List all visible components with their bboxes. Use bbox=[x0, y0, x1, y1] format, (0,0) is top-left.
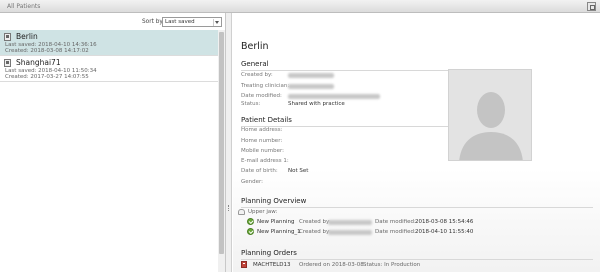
clinician-value-redacted bbox=[288, 84, 334, 89]
treating-clinician-label: Treating clinician: bbox=[241, 83, 290, 89]
panel-splitter[interactable] bbox=[226, 13, 232, 272]
planning-name: New Planning bbox=[257, 219, 295, 225]
section-planning-orders-heading: Planning Orders bbox=[241, 249, 297, 257]
check-icon bbox=[247, 228, 254, 235]
patient-list-panel: Sort by Last saved Berlin Last saved: 20… bbox=[0, 13, 226, 272]
home-address-label: Home address: bbox=[241, 127, 283, 133]
patient-name: Berlin bbox=[16, 32, 38, 41]
patient-name: Shanghai71 bbox=[16, 58, 61, 67]
order-document-icon bbox=[241, 261, 247, 268]
order-id: MACHTELD13 bbox=[253, 262, 291, 268]
divider bbox=[241, 259, 593, 260]
planning-date: 2018-04-10 11:55:40 bbox=[415, 229, 474, 235]
mobile-number-label: Mobile number: bbox=[241, 148, 285, 154]
patient-file-icon bbox=[4, 59, 11, 67]
planning-date-modified-label: Date modified: bbox=[375, 229, 416, 235]
planning-creator-redacted bbox=[328, 230, 372, 235]
window-icon[interactable] bbox=[587, 2, 596, 11]
patient-list: Berlin Last saved: 2018-04-10 14:36:16 C… bbox=[0, 30, 218, 82]
patient-photo-placeholder bbox=[448, 69, 532, 161]
order-status: Status: In Production bbox=[363, 262, 421, 268]
patient-file-icon bbox=[4, 33, 11, 41]
patient-created: Created: 2018-03-08 14:17:02 bbox=[5, 48, 89, 54]
sort-bar: Sort by Last saved bbox=[0, 15, 226, 28]
jaw-icon bbox=[238, 209, 245, 215]
planning-created-by-label: Created by: bbox=[299, 219, 331, 225]
planning-created-by-label: Created by: bbox=[299, 229, 331, 235]
detail-title: Berlin bbox=[241, 41, 269, 52]
sort-selected-value: Last saved bbox=[165, 19, 195, 25]
email-label: E-mail address 1: bbox=[241, 158, 289, 164]
person-silhouette-icon bbox=[459, 92, 523, 160]
section-general-heading: General bbox=[241, 60, 269, 68]
status-label: Status: bbox=[241, 101, 261, 107]
splitter-grip-icon[interactable] bbox=[228, 205, 230, 211]
date-modified-value-redacted bbox=[288, 94, 380, 99]
top-bar: All Patients bbox=[0, 0, 600, 13]
patient-detail-panel: Berlin General Created by: Treating clin… bbox=[233, 13, 600, 272]
status-value: Shared with practice bbox=[288, 101, 345, 107]
date-of-birth-value: Not Set bbox=[288, 168, 309, 174]
order-date: Ordered on 2018-03-08 bbox=[299, 262, 364, 268]
scrollbar-thumb[interactable] bbox=[219, 32, 224, 254]
upper-jaw-label: Upper jaw: bbox=[248, 209, 278, 215]
planning-date: 2018-03-08 15:54:46 bbox=[415, 219, 474, 225]
planning-date-modified-label: Date modified: bbox=[375, 219, 416, 225]
patient-item-shanghai71[interactable]: Shanghai71 Last saved: 2018-04-10 11:50:… bbox=[0, 56, 218, 82]
planning-creator-redacted bbox=[328, 220, 372, 225]
chevron-down-icon[interactable] bbox=[213, 19, 220, 26]
planning-name: New Planning_1 bbox=[257, 229, 301, 235]
patient-created: Created: 2017-03-27 14:07:55 bbox=[5, 74, 89, 80]
created-by-label: Created by: bbox=[241, 72, 273, 78]
created-by-value-redacted bbox=[288, 73, 334, 78]
panel-title: All Patients bbox=[7, 3, 41, 10]
home-number-label: Home number: bbox=[241, 138, 283, 144]
sort-dropdown[interactable]: Last saved bbox=[162, 17, 222, 27]
gender-label: Gender: bbox=[241, 179, 264, 185]
list-scrollbar[interactable] bbox=[218, 30, 225, 272]
divider bbox=[241, 207, 593, 208]
date-of-birth-label: Date of birth: bbox=[241, 168, 278, 174]
divider bbox=[241, 70, 461, 71]
check-icon bbox=[247, 218, 254, 225]
date-modified-label: Date modified: bbox=[241, 93, 282, 99]
patient-item-berlin[interactable]: Berlin Last saved: 2018-04-10 14:36:16 C… bbox=[0, 30, 218, 56]
sort-label: Sort by bbox=[142, 19, 163, 25]
section-patient-details-heading: Patient Details bbox=[241, 116, 292, 124]
section-planning-overview-heading: Planning Overview bbox=[241, 197, 307, 205]
